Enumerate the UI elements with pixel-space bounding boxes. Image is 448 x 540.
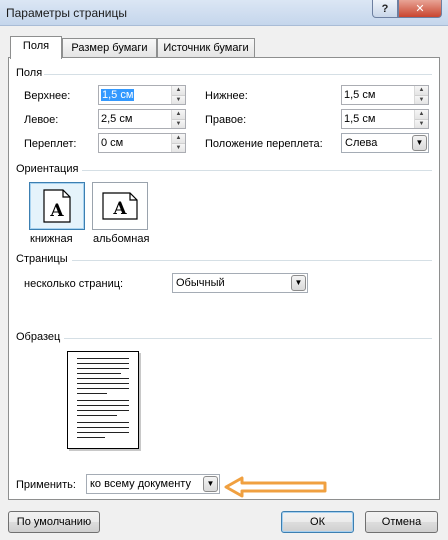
set-default-label: По умолчанию bbox=[16, 516, 92, 528]
chevron-down-icon[interactable]: ▼ bbox=[203, 476, 218, 492]
chevron-down-icon[interactable]: ▼ bbox=[291, 275, 306, 291]
portrait-label: книжная bbox=[30, 233, 73, 245]
spin-down-icon[interactable]: ▼ bbox=[172, 143, 185, 152]
apply-to-select[interactable]: ко всему документу ▼ bbox=[86, 474, 220, 494]
left-margin-label: Левое: bbox=[24, 114, 59, 126]
right-margin-label: Правое: bbox=[205, 114, 247, 126]
spin-up-icon[interactable]: ▲ bbox=[172, 86, 185, 95]
bottom-margin-value: 1,5 см bbox=[344, 89, 376, 101]
help-icon: ? bbox=[381, 2, 389, 15]
apply-to-value: ко всему документу bbox=[90, 478, 191, 490]
group-divider bbox=[64, 338, 432, 339]
spin-down-icon[interactable]: ▼ bbox=[415, 95, 428, 104]
annotation-arrow-icon bbox=[224, 476, 327, 498]
help-button[interactable]: ? bbox=[372, 0, 398, 18]
close-icon: ✕ bbox=[415, 3, 425, 15]
gutter-position-select[interactable]: Слева ▼ bbox=[341, 133, 429, 153]
landscape-option[interactable]: A bbox=[92, 182, 148, 230]
right-margin-input[interactable]: 1,5 см ▲ ▼ bbox=[341, 109, 429, 129]
multiple-pages-label: несколько страниц: bbox=[24, 278, 124, 290]
page-preview bbox=[67, 351, 139, 449]
ok-label: ОК bbox=[310, 516, 325, 528]
top-margin-value: 1,5 см bbox=[101, 89, 135, 101]
margins-group-label: Поля bbox=[16, 67, 43, 79]
spin-up-icon[interactable]: ▲ bbox=[415, 86, 428, 95]
orientation-group-label: Ориентация bbox=[16, 163, 79, 175]
gutter-value: 0 см bbox=[101, 137, 124, 149]
apply-to-label: Применить: bbox=[16, 479, 76, 491]
tab-label: Размер бумаги bbox=[71, 42, 148, 54]
gutter-input[interactable]: 0 см ▲ ▼ bbox=[98, 133, 186, 153]
bottom-margin-input[interactable]: 1,5 см ▲ ▼ bbox=[341, 85, 429, 105]
gutter-position-label: Положение переплета: bbox=[205, 138, 323, 150]
cancel-label: Отмена bbox=[381, 516, 422, 528]
bottom-margin-label: Нижнее: bbox=[205, 90, 248, 102]
cancel-button[interactable]: Отмена bbox=[365, 511, 438, 533]
spin-down-icon[interactable]: ▼ bbox=[172, 95, 185, 104]
window-title: Параметры страницы bbox=[6, 6, 127, 20]
right-margin-value: 1,5 см bbox=[344, 113, 376, 125]
set-default-button[interactable]: По умолчанию bbox=[8, 511, 100, 533]
landscape-label: альбомная bbox=[93, 233, 150, 245]
tab-margins[interactable]: Поля bbox=[10, 36, 62, 59]
spin-up-icon[interactable]: ▲ bbox=[172, 134, 185, 143]
top-margin-label: Верхнее: bbox=[24, 90, 71, 102]
title-bar: Параметры страницы ? ✕ bbox=[0, 0, 448, 26]
top-margin-input[interactable]: 1,5 см ▲ ▼ bbox=[98, 85, 186, 105]
tab-label: Поля bbox=[22, 40, 50, 52]
group-divider bbox=[82, 170, 432, 171]
ok-button[interactable]: ОК bbox=[281, 511, 354, 533]
group-divider bbox=[44, 74, 432, 75]
close-button[interactable]: ✕ bbox=[398, 0, 442, 18]
chevron-down-icon[interactable]: ▼ bbox=[412, 135, 427, 151]
spin-down-icon[interactable]: ▼ bbox=[172, 119, 185, 128]
multiple-pages-select[interactable]: Обычный ▼ bbox=[172, 273, 308, 293]
multiple-pages-value: Обычный bbox=[176, 277, 225, 289]
tab-label: Источник бумаги bbox=[163, 42, 249, 54]
portrait-page-letter: A bbox=[49, 201, 64, 221]
portrait-option[interactable]: A bbox=[29, 182, 85, 230]
spin-down-icon[interactable]: ▼ bbox=[415, 119, 428, 128]
group-divider bbox=[72, 260, 432, 261]
preview-group-label: Образец bbox=[16, 331, 61, 343]
gutter-position-value: Слева bbox=[345, 137, 378, 149]
landscape-page-icon: A bbox=[102, 192, 138, 220]
left-margin-input[interactable]: 2,5 см ▲ ▼ bbox=[98, 109, 186, 129]
landscape-page-letter: A bbox=[112, 199, 127, 219]
gutter-label: Переплет: bbox=[24, 138, 77, 150]
tab-paper-size[interactable]: Размер бумаги bbox=[62, 38, 157, 58]
spin-up-icon[interactable]: ▲ bbox=[415, 110, 428, 119]
tab-paper-source[interactable]: Источник бумаги bbox=[157, 38, 255, 58]
pages-group-label: Страницы bbox=[16, 253, 68, 265]
left-margin-value: 2,5 см bbox=[101, 113, 133, 125]
portrait-page-icon: A bbox=[43, 189, 71, 223]
spin-up-icon[interactable]: ▲ bbox=[172, 110, 185, 119]
